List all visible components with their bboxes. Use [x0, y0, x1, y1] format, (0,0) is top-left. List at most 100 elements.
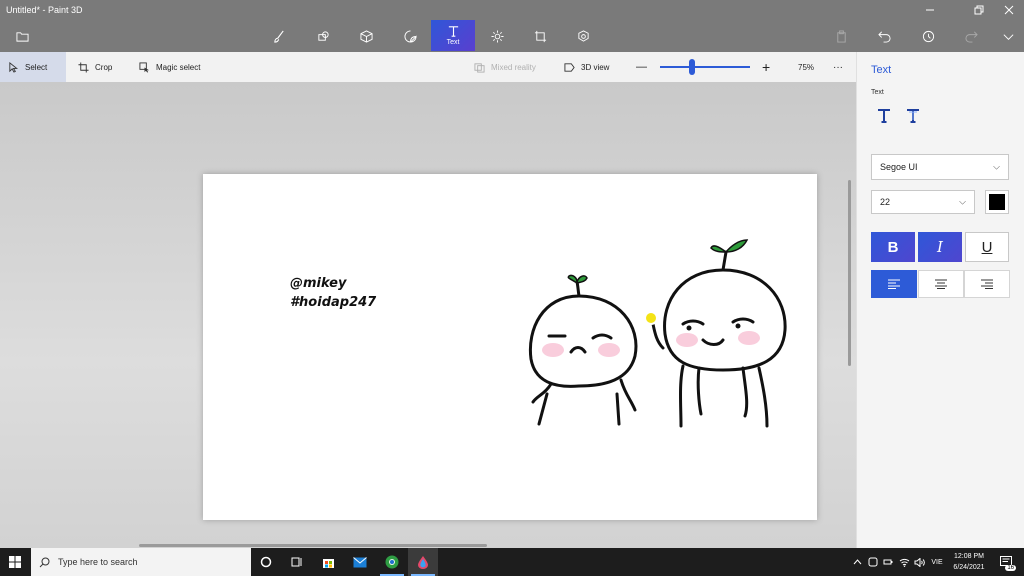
zoom-value[interactable]: 75% [790, 52, 822, 82]
start-button[interactable] [0, 548, 30, 576]
chrome-app-button[interactable] [377, 548, 407, 576]
3d-text-button[interactable] [901, 104, 925, 128]
underline-button[interactable]: U [965, 232, 1009, 262]
tool-stickers[interactable] [394, 22, 426, 50]
zoom-slider-track[interactable] [660, 66, 750, 68]
align-right-button[interactable] [964, 270, 1010, 298]
drawing-canvas[interactable]: @mikey #hoidap247 [203, 174, 817, 520]
panel-title: Text [871, 64, 892, 76]
bold-button[interactable]: B [871, 232, 915, 262]
brush-icon [273, 30, 284, 43]
crop-icon [78, 61, 89, 73]
clock-time: 12:08 PM [954, 553, 984, 560]
history-button[interactable] [917, 26, 939, 46]
undo-button[interactable] [873, 26, 895, 46]
align-left-icon [888, 279, 900, 289]
tray-overflow-button[interactable] [850, 548, 864, 576]
redo-button[interactable] [960, 26, 982, 46]
paint3d-app-button[interactable] [408, 548, 438, 576]
canvas-text-block[interactable]: @mikey #hoidap247 [290, 274, 376, 312]
3d-text-icon [907, 109, 919, 123]
minimize-button[interactable] [915, 0, 945, 20]
zoom-out-button[interactable]: — [628, 52, 655, 82]
canvas-text-line-2: #hoidap247 [290, 295, 377, 310]
restore-button[interactable] [964, 0, 994, 20]
minimize-icon [926, 9, 934, 11]
close-button[interactable] [994, 0, 1024, 20]
tool-3d-library[interactable] [567, 22, 599, 50]
menu-button[interactable] [6, 22, 38, 50]
magic-select-button[interactable]: Magic select [131, 52, 208, 82]
align-center-button[interactable] [918, 270, 964, 298]
wifi-button[interactable] [897, 548, 911, 576]
paste-icon [836, 29, 846, 43]
cube-icon [359, 29, 373, 43]
more-options-button[interactable]: ··· [825, 52, 851, 82]
redo-icon [964, 31, 978, 43]
3d-view-label: 3D view [581, 62, 610, 72]
tray-app-icon[interactable] [866, 548, 880, 576]
canvas-crop-icon [534, 30, 546, 42]
sprout-characters-drawing [528, 239, 787, 428]
store-app-button[interactable] [313, 548, 343, 576]
cursor-icon [9, 61, 19, 73]
text-tool-icon [448, 26, 458, 37]
taskbar: Type here to search VIE 12:08 PM 6/24/20… [0, 548, 1024, 576]
font-family-dropdown[interactable]: Segoe UI ⌵ [871, 154, 1009, 180]
font-size-dropdown[interactable]: 22 ⌵ [871, 190, 975, 214]
language-label: VIE [931, 558, 943, 566]
browser-icon [385, 555, 399, 569]
text-color-button[interactable] [985, 190, 1009, 214]
select-button[interactable]: Select [0, 52, 66, 82]
sticker-icon [404, 29, 417, 42]
vertical-scrollbar[interactable] [848, 180, 851, 366]
horizontal-scrollbar[interactable] [139, 544, 487, 547]
mail-app-button[interactable] [345, 548, 375, 576]
tool-canvas[interactable] [524, 22, 556, 50]
paste-button[interactable] [830, 26, 852, 46]
chevron-down-icon: ⌵ [959, 196, 966, 207]
tray-network-extra[interactable] [881, 548, 895, 576]
panel-subtitle: Text [871, 89, 884, 96]
mail-icon [353, 556, 367, 567]
battery-icon [883, 559, 893, 565]
tool-3d-shapes[interactable] [350, 22, 382, 50]
2d-text-icon [878, 109, 890, 123]
align-center-icon [935, 279, 947, 289]
language-indicator[interactable]: VIE [928, 548, 946, 576]
crop-button[interactable]: Crop [70, 52, 120, 82]
tool-text[interactable]: Text [431, 20, 475, 51]
crop-label: Crop [95, 62, 113, 72]
3d-view-button[interactable]: 3D view [556, 52, 617, 82]
canvas-text-line-1: @mikey [290, 276, 347, 291]
taskbar-search-box[interactable]: Type here to search [31, 548, 251, 576]
zoom-value-label: 75% [798, 62, 815, 72]
text-properties-panel: Text Text Segoe UI ⌵ 22 ⌵ B I U [856, 52, 1024, 548]
align-left-button[interactable] [871, 270, 917, 298]
italic-button[interactable]: I [918, 232, 962, 262]
taskbar-clock[interactable]: 12:08 PM 6/24/2021 [946, 551, 992, 573]
action-center-button[interactable]: 16 [996, 548, 1018, 576]
magic-select-icon [139, 61, 150, 73]
undo-icon [877, 31, 891, 43]
expand-menu-button[interactable] [997, 26, 1019, 46]
bold-label: B [887, 238, 899, 256]
tool-brushes[interactable] [263, 22, 295, 50]
zoom-slider-thumb[interactable] [688, 59, 695, 75]
2d-text-button[interactable] [872, 104, 896, 128]
font-family-value: Segoe UI [880, 162, 918, 172]
zoom-out-symbol: — [636, 61, 647, 73]
tool-2d-shapes[interactable] [307, 22, 339, 50]
zoom-in-button[interactable]: + [754, 52, 778, 82]
windows-logo-icon [9, 556, 21, 568]
tool-effects[interactable] [481, 22, 513, 50]
mixed-reality-button[interactable]: Mixed reality [466, 52, 544, 82]
cortana-button[interactable] [251, 548, 281, 576]
volume-button[interactable] [912, 548, 926, 576]
chevron-up-icon [853, 559, 861, 565]
cortana-circle-icon [260, 556, 272, 568]
task-view-button[interactable] [282, 548, 312, 576]
color-swatch-fill [989, 194, 1005, 210]
restore-icon [974, 5, 984, 15]
align-right-icon [981, 279, 993, 289]
